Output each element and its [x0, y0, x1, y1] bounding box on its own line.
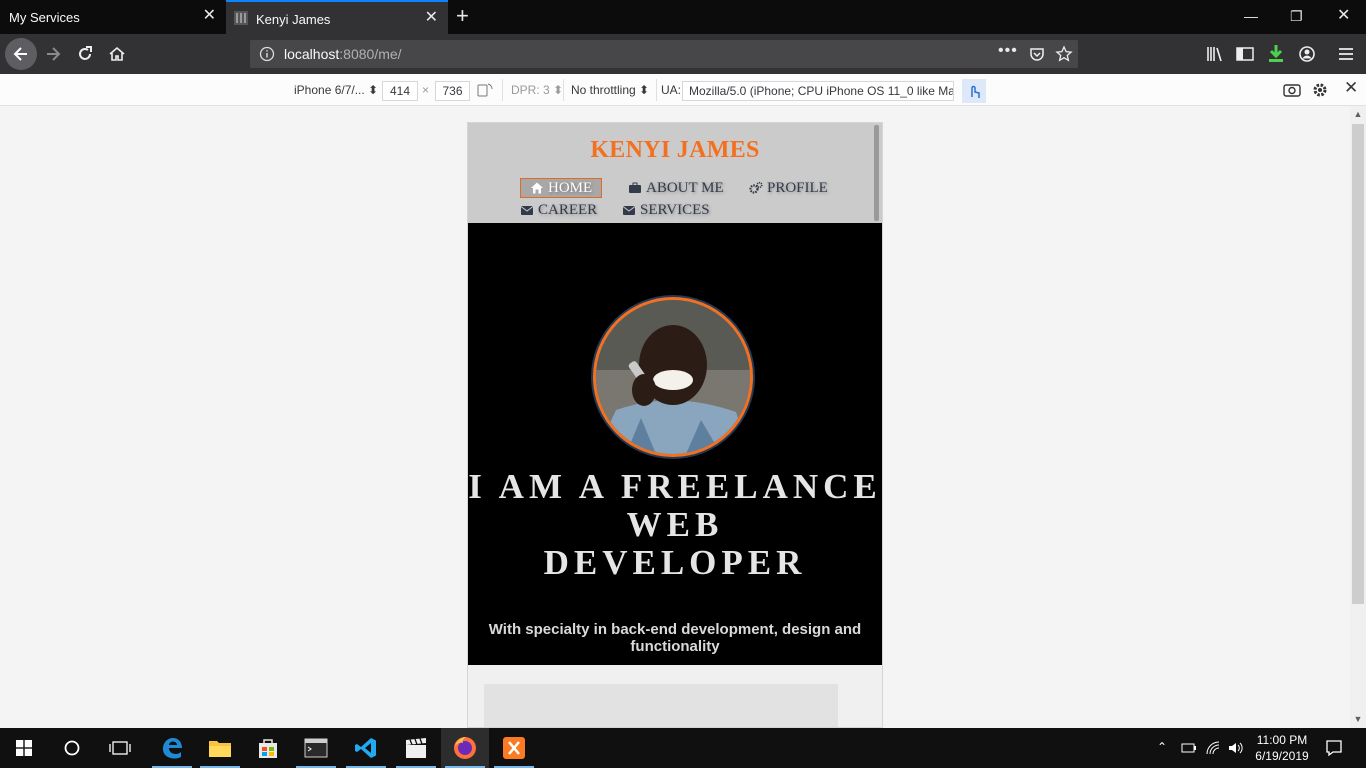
throttling-selector[interactable]: No throttling ⬍ — [571, 81, 649, 101]
reload-icon[interactable] — [72, 41, 98, 67]
close-icon[interactable]: ✕ — [203, 8, 216, 24]
download-icon[interactable] — [1263, 41, 1289, 67]
home-icon[interactable] — [104, 41, 130, 67]
hero-heading: I AM A FREELANCE WEB DEVELOPER — [468, 467, 882, 582]
bookmark-star-icon[interactable] — [1055, 45, 1073, 63]
firefox-icon[interactable] — [441, 728, 489, 768]
nav-profile[interactable]: PROFILE — [749, 178, 828, 198]
content-card — [484, 684, 838, 727]
url-text[interactable]: localhost:8080/me/ — [284, 46, 402, 62]
rotate-icon[interactable] — [476, 82, 494, 98]
tab-title: My Services — [9, 10, 80, 25]
profile-photo — [593, 297, 753, 457]
page-actions-icon[interactable]: ••• — [998, 42, 1017, 60]
screenshot-icon[interactable] — [1283, 82, 1301, 98]
window-close-icon[interactable]: ✕ — [1337, 8, 1350, 24]
windows-start-icon[interactable] — [0, 728, 48, 768]
nav-label: CAREER — [538, 201, 598, 218]
search-icon[interactable] — [48, 728, 96, 768]
nav-label: SERVICES — [640, 201, 710, 218]
favicon-icon — [234, 11, 248, 25]
site-header: KENYI JAMES HOME ABOUT ME PROFILE CAREER… — [468, 123, 882, 223]
nav-career[interactable]: CAREER — [520, 200, 597, 220]
info-icon[interactable] — [259, 46, 275, 62]
briefcase-icon — [629, 182, 641, 193]
back-icon[interactable] — [5, 38, 37, 70]
system-clock[interactable]: 11:00 PM 6/19/2019 — [1240, 732, 1324, 764]
settings-gear-icon[interactable] — [1311, 81, 1329, 99]
library-icon[interactable] — [1202, 41, 1228, 67]
windows-taskbar: ⌃ 11:00 PM 6/19/2019 — [0, 728, 1366, 768]
close-icon[interactable]: ✕ — [425, 10, 438, 26]
header-scrollbar[interactable] — [874, 125, 879, 221]
network-icon[interactable] — [1205, 740, 1221, 756]
home-icon — [531, 182, 543, 194]
height-input[interactable]: 736 — [435, 81, 470, 101]
tab-my-services[interactable]: My Services ✕ — [0, 0, 226, 34]
device-selector[interactable]: iPhone 6/7/... ⬍ — [294, 81, 378, 101]
ua-label: UA: — [661, 83, 682, 97]
sidebar-icon[interactable] — [1232, 41, 1258, 67]
menu-icon[interactable] — [1333, 41, 1359, 67]
battery-icon[interactable] — [1181, 742, 1197, 754]
page-scrollbar[interactable]: ▲ ▼ — [1350, 106, 1366, 728]
restore-icon[interactable]: ❐ — [1290, 8, 1303, 24]
account-icon[interactable] — [1294, 41, 1320, 67]
clock-date: 6/19/2019 — [1255, 749, 1309, 763]
browser-nav-bar: localhost:8080/me/ ••• — [0, 34, 1366, 74]
video-editor-icon[interactable] — [392, 728, 440, 768]
url-bar[interactable]: localhost:8080/me/ ••• — [250, 40, 1078, 68]
hero-subtitle: With specialty in back-end development, … — [488, 621, 862, 655]
gears-icon — [749, 181, 763, 194]
xampp-icon[interactable] — [490, 728, 538, 768]
close-rdm-icon[interactable]: ✕ — [1344, 79, 1358, 99]
dpr-selector[interactable]: DPR: 3 ⬍ — [511, 81, 563, 101]
envelope-icon — [520, 206, 534, 215]
pocket-icon[interactable] — [1028, 45, 1046, 63]
user-agent-input[interactable]: Mozilla/5.0 (iPhone; CPU iPhone OS 11_0 … — [682, 81, 954, 101]
new-tab-icon[interactable]: + — [456, 5, 469, 27]
vscode-icon[interactable] — [342, 728, 390, 768]
clock-time: 11:00 PM — [1256, 733, 1308, 747]
tab-title: Kenyi James — [256, 12, 331, 27]
scroll-up-icon[interactable]: ▲ — [1350, 109, 1366, 119]
hero-section: I AM A FREELANCE WEB DEVELOPER With spec… — [468, 223, 882, 665]
width-input[interactable]: 414 — [382, 81, 418, 101]
minimize-icon[interactable]: — — [1244, 8, 1258, 24]
responsive-design-toolbar: iPhone 6/7/... ⬍ 414 × 736 DPR: 3 ⬍ No t… — [0, 74, 1366, 106]
browser-tab-bar: My Services ✕ Kenyi James ✕ + — ❐ ✕ — [0, 0, 1366, 34]
terminal-icon[interactable] — [292, 728, 340, 768]
task-view-icon[interactable] — [96, 728, 144, 768]
nav-label: PROFILE — [767, 179, 828, 196]
file-explorer-icon[interactable] — [196, 728, 244, 768]
nav-services[interactable]: SERVICES — [622, 200, 710, 220]
store-icon[interactable] — [244, 728, 292, 768]
scroll-thumb[interactable] — [1352, 124, 1364, 604]
edge-icon[interactable] — [148, 728, 196, 768]
nav-label: HOME — [548, 179, 593, 196]
scroll-down-icon[interactable]: ▼ — [1350, 714, 1366, 724]
nav-label: ABOUT ME — [646, 179, 724, 196]
emulated-device-viewport: KENYI JAMES HOME ABOUT ME PROFILE CAREER… — [467, 122, 883, 728]
times-sign: × — [422, 83, 430, 97]
site-title[interactable]: KENYI JAMES — [468, 137, 882, 164]
touch-simulation-icon[interactable] — [962, 79, 986, 103]
nav-home[interactable]: HOME — [520, 178, 603, 198]
forward-icon[interactable] — [40, 41, 66, 67]
notification-icon[interactable] — [1325, 739, 1343, 757]
nav-about-me[interactable]: ABOUT ME — [628, 178, 724, 198]
tab-kenyi-james[interactable]: Kenyi James ✕ — [226, 0, 448, 34]
envelope-icon — [622, 206, 636, 215]
chevron-up-icon[interactable]: ⌃ — [1157, 740, 1167, 754]
